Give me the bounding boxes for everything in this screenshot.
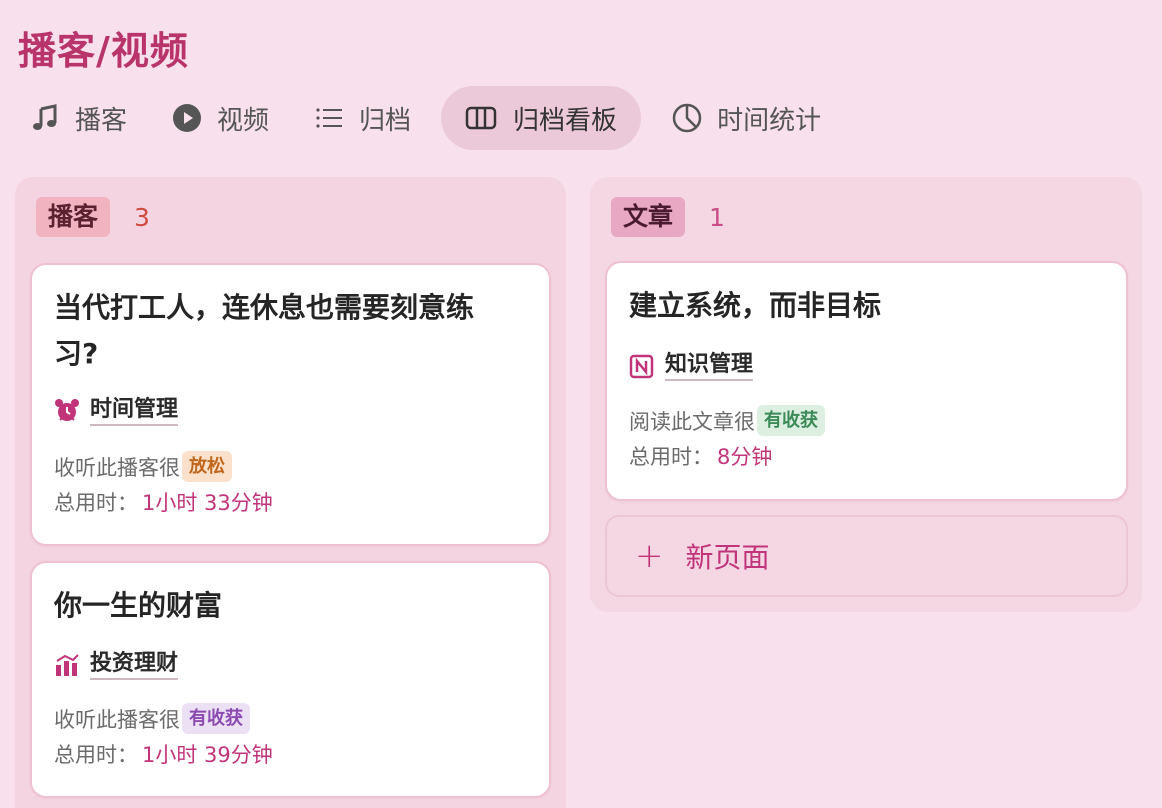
board-card[interactable]: 你一生的财富 投资理财 收听此播客很 有收获 总用时： 1小时 39分钟 bbox=[30, 561, 551, 798]
column-tag: 文章 bbox=[611, 197, 686, 237]
notion-logo-icon bbox=[629, 353, 655, 379]
new-page-button[interactable]: + 新页面 bbox=[605, 515, 1128, 597]
page-title: 播客/视频 bbox=[18, 29, 189, 73]
plus-icon: + bbox=[635, 536, 664, 576]
card-feeling: 收听此播客很 有收获 bbox=[54, 703, 250, 734]
time-value: 1小时 39分钟 bbox=[142, 743, 273, 767]
card-relation[interactable]: 知识管理 bbox=[629, 351, 754, 381]
card-title: 建立系统，而非目标 bbox=[629, 289, 882, 322]
play-circle-icon bbox=[171, 102, 203, 134]
card-feeling: 收听此播客很 放松 bbox=[54, 451, 232, 482]
card-relation[interactable]: 投资理财 bbox=[54, 650, 179, 680]
view-tabs: 播客 视频 归档 归档看板 时间统计 bbox=[15, 86, 851, 150]
card-time: 总用时： 1小时 39分钟 bbox=[54, 739, 273, 769]
tab-video[interactable]: 视频 bbox=[157, 86, 283, 150]
board-card[interactable]: 建立系统，而非目标 知识管理 阅读此文章很 有收获 总用时： 8分钟 bbox=[605, 261, 1128, 501]
list-icon bbox=[313, 102, 345, 134]
time-label: 总用时： bbox=[54, 491, 138, 515]
pie-chart-icon bbox=[671, 102, 703, 134]
tab-label: 归档 bbox=[359, 105, 412, 136]
tab-archive[interactable]: 归档 bbox=[299, 86, 425, 150]
relation-label: 知识管理 bbox=[665, 351, 754, 381]
time-label: 总用时： bbox=[54, 743, 138, 767]
time-label: 总用时： bbox=[629, 445, 713, 469]
time-value: 1小时 33分钟 bbox=[142, 491, 273, 515]
feeling-badge: 有收获 bbox=[182, 703, 250, 734]
feeling-prefix: 收听此播客很 bbox=[54, 707, 180, 732]
card-relation[interactable]: 时间管理 bbox=[54, 396, 179, 426]
column-header: 播客 3 bbox=[36, 197, 150, 237]
board-icon bbox=[465, 102, 497, 134]
relation-label: 投资理财 bbox=[90, 650, 179, 680]
feeling-badge: 放松 bbox=[182, 451, 232, 482]
tab-label: 播客 bbox=[75, 105, 128, 136]
tab-time-stats[interactable]: 时间统计 bbox=[657, 86, 835, 150]
card-title: 你一生的财富 bbox=[54, 589, 223, 622]
music-note-icon bbox=[29, 102, 61, 134]
column-count: 1 bbox=[709, 202, 725, 232]
board-column-article: 文章 1 建立系统，而非目标 知识管理 阅读此文章很 有收获 总用时： 8分钟 + … bbox=[590, 177, 1142, 612]
new-page-label: 新页面 bbox=[685, 541, 770, 574]
card-feeling: 阅读此文章很 有收获 bbox=[629, 405, 825, 436]
relation-label: 时间管理 bbox=[90, 396, 179, 426]
feeling-badge: 有收获 bbox=[757, 405, 825, 436]
feeling-prefix: 阅读此文章很 bbox=[629, 409, 755, 434]
column-header: 文章 1 bbox=[611, 197, 725, 237]
column-count: 3 bbox=[134, 202, 150, 232]
card-time: 总用时： 8分钟 bbox=[629, 441, 772, 471]
column-tag: 播客 bbox=[36, 197, 111, 237]
card-time: 总用时： 1小时 33分钟 bbox=[54, 487, 273, 517]
board-card[interactable]: 当代打工人，连休息也需要刻意练习? 时间管理 收听此播客很 放松 总用时： 1小时 … bbox=[30, 263, 551, 546]
alarm-clock-icon bbox=[54, 398, 80, 424]
tab-label: 归档看板 bbox=[513, 105, 618, 136]
card-title: 当代打工人，连休息也需要刻意练习? bbox=[54, 291, 475, 370]
feeling-prefix: 收听此播客很 bbox=[54, 455, 180, 480]
board-column-podcast: 播客 3 当代打工人，连休息也需要刻意练习? 时间管理 收听此播客很 放松 总用时… bbox=[15, 177, 566, 808]
tab-podcast[interactable]: 播客 bbox=[15, 86, 141, 150]
tab-label: 时间统计 bbox=[717, 105, 822, 136]
tab-archive-board[interactable]: 归档看板 bbox=[441, 86, 642, 150]
time-value: 8分钟 bbox=[717, 445, 773, 469]
tab-label: 视频 bbox=[217, 105, 270, 136]
chart-icon bbox=[54, 652, 80, 678]
